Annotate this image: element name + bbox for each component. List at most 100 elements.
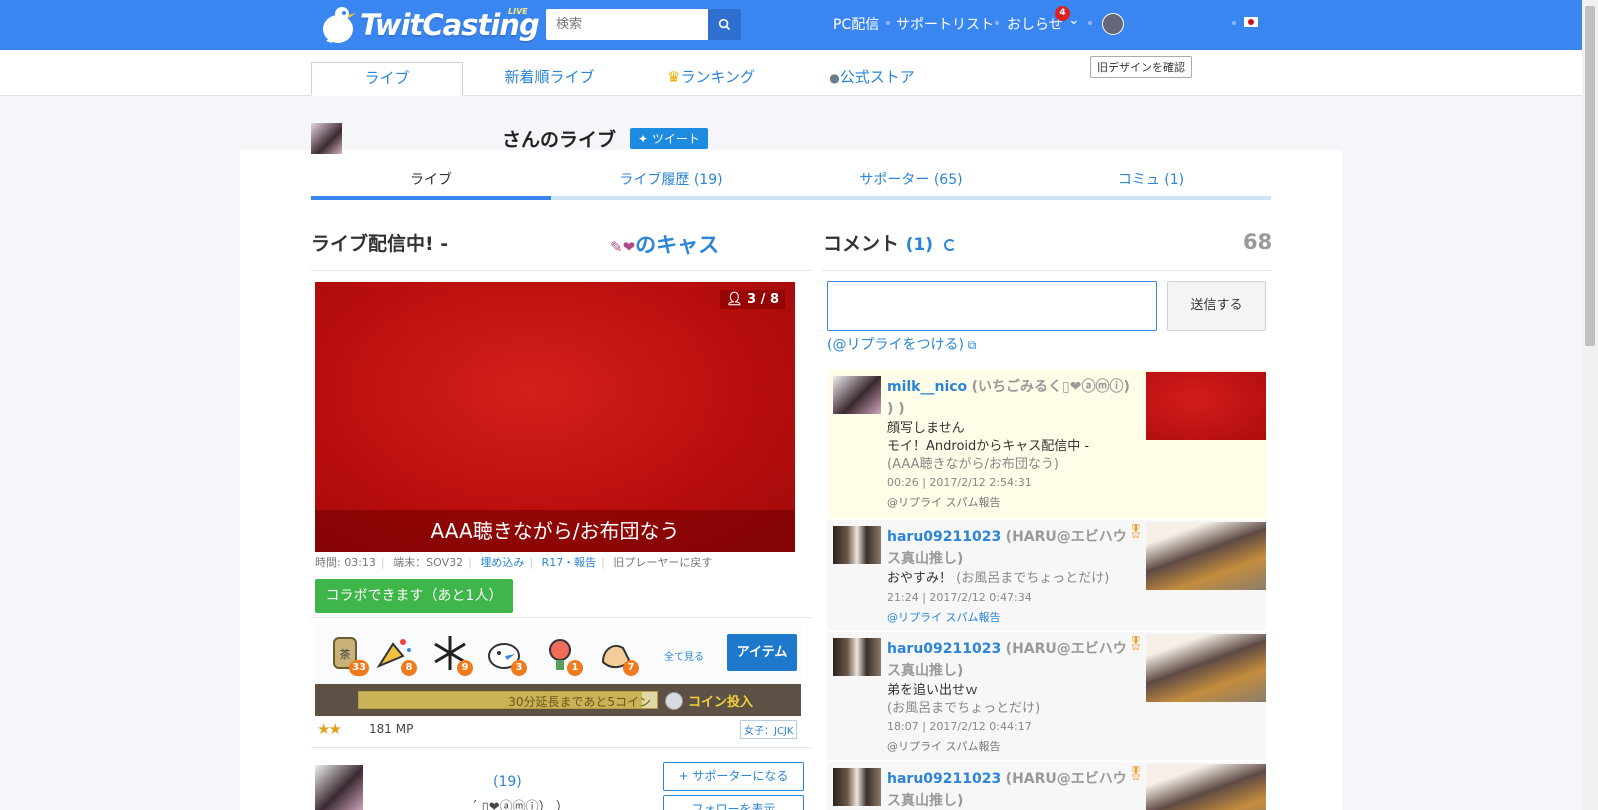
- tab-ranking-label: ランキング: [680, 68, 755, 86]
- comment-input[interactable]: [827, 281, 1157, 331]
- owner-row: さんのライブ ✦ ツイート: [311, 122, 708, 154]
- comment-text: おやすみ！: [887, 571, 953, 586]
- search-button[interactable]: [708, 9, 741, 40]
- player-meta: 時間: 03:13 | 端末：SOV32 | 埋め込み | R17・報告 | 旧プレーヤ…: [315, 556, 713, 569]
- level-stars: ★★: [317, 720, 342, 738]
- tweet-button[interactable]: ✦ ツイート: [630, 127, 708, 149]
- comment-user-id[interactable]: haru09211023: [887, 771, 1001, 787]
- comment-user-id[interactable]: milk__nico: [887, 379, 967, 395]
- comment-timestamp: 21:24 | 2017/2/12 0:47:34: [887, 591, 1032, 604]
- tab-store-label: 公式ストア: [839, 68, 915, 86]
- reply-link-text: (@リプライをつける): [827, 337, 964, 353]
- gift-item-row: 茶 33 8 9 3 1 7 全て見る アイテム: [315, 624, 801, 684]
- nav-separator: [1088, 21, 1092, 25]
- commenter-avatar[interactable]: [833, 768, 881, 806]
- divider: [822, 270, 1271, 271]
- comment-status: (お風呂までちょっとだけ): [956, 571, 1110, 586]
- old-design-button[interactable]: 旧デザインを確認: [1090, 56, 1192, 78]
- nav-support-list[interactable]: サポートリスト: [896, 14, 994, 34]
- sparkle-emoji-icon: ✎❤: [610, 238, 636, 256]
- comment-actions[interactable]: @リプライ スパム報告: [887, 609, 1001, 625]
- comment-author: haru09211023 (HARU@エビハウス真山推し): [887, 526, 1137, 570]
- twitcasting-logo[interactable]: TwitCasting LIVE: [318, 4, 540, 46]
- refresh-icon[interactable]: [943, 238, 956, 251]
- bird-gift-icon[interactable]: 3: [483, 632, 527, 676]
- owner-avatar[interactable]: [311, 122, 342, 154]
- subtab-history[interactable]: ライブ履歴 (19): [551, 169, 791, 189]
- comment-actions[interactable]: @リプライ スパム報告: [887, 738, 1001, 754]
- search-icon: [718, 18, 731, 31]
- report-link[interactable]: R17・報告: [542, 556, 597, 569]
- nav-separator: [1232, 21, 1236, 25]
- commenter-avatar[interactable]: [833, 638, 881, 676]
- comment-item: haru09211023 (HARU@エビハウス真山推し) 🎖︎: [827, 762, 1266, 810]
- old-player-link[interactable]: 旧プレーヤーに戻す: [613, 556, 712, 569]
- comment-timestamp: 18:07 | 2017/2/12 0:44:17: [887, 720, 1032, 733]
- collab-button[interactable]: コラボできます（あと1人）: [315, 579, 513, 613]
- subtab-community[interactable]: コミュ (1): [1031, 169, 1271, 189]
- comment-thumbnail[interactable]: [1146, 764, 1266, 810]
- comment-actions[interactable]: @リプライ スパム報告: [887, 494, 1001, 510]
- person-icon: 👤︎: [726, 292, 748, 307]
- video-player[interactable]: 👤︎ 3 / 8 AAA聴きながら/お布団なう: [315, 282, 795, 552]
- tab-live[interactable]: ライブ: [311, 62, 463, 96]
- clap-gift-icon[interactable]: 7: [595, 632, 639, 676]
- subtab-supporters[interactable]: サポーター (65): [791, 169, 1031, 189]
- supporter-symbols: ´ ▯❤ⓐⓜⓘ） ）: [471, 800, 569, 810]
- comment-author: milk__nico (いちごみるく▯❤ⓐⓜⓘ) ) ): [887, 376, 1137, 420]
- bird-logo-icon: [318, 5, 358, 45]
- comment-user-id[interactable]: haru09211023: [887, 529, 1001, 545]
- see-all-link[interactable]: 全て見る: [664, 648, 704, 663]
- device-info: 端末：SOV32: [393, 556, 464, 569]
- tab-ranking[interactable]: ♛ランキング: [656, 62, 766, 96]
- supporter-avatar[interactable]: [315, 765, 363, 810]
- tab-official-store[interactable]: ●公式ストア: [822, 62, 922, 96]
- comment-status: (お風呂までちょっとだけ): [887, 701, 1041, 716]
- show-follow-button[interactable]: フォローを表示: [663, 795, 804, 810]
- comment-author: haru09211023 (HARU@エビハウス真山推し): [887, 768, 1137, 810]
- comment-item: haru09211023 (HARU@エビハウス真山推し) 🎖︎ 弟を追い出せｗ…: [827, 632, 1266, 760]
- tea-gift-icon[interactable]: 茶 33: [325, 632, 369, 676]
- peach-gift-icon[interactable]: 1: [539, 632, 583, 676]
- snowflake-gift-icon[interactable]: 9: [429, 632, 473, 676]
- comment-text: 弟を追い出せｗ: [887, 683, 979, 698]
- medal-icon: 🎖︎: [1127, 766, 1145, 782]
- embed-link[interactable]: 埋め込み: [480, 556, 524, 569]
- send-button[interactable]: 送信する: [1167, 281, 1266, 331]
- comment-thumbnail[interactable]: [1146, 522, 1266, 590]
- page-title: さんのライブ: [502, 128, 617, 151]
- supporter-count: (19): [493, 774, 522, 790]
- subtab-live[interactable]: ライブ: [311, 169, 551, 189]
- gift-count: 9: [457, 660, 473, 676]
- logo-live-tag: LIVE: [508, 7, 528, 16]
- item-button[interactable]: アイテム: [727, 634, 797, 671]
- comment-thumbnail[interactable]: [1146, 634, 1266, 702]
- comment-body: おやすみ！ (お風呂までちょっとだけ): [887, 570, 1109, 588]
- nav-pc-broadcast[interactable]: PC配信: [833, 14, 879, 34]
- chevron-down-icon[interactable]: ⌄: [1068, 12, 1080, 28]
- commenter-avatar[interactable]: [833, 376, 881, 414]
- comment-body: 弟を追い出せｗ (お風呂までちょっとだけ): [887, 682, 1040, 718]
- become-supporter-button[interactable]: + サポーターになる: [663, 762, 804, 791]
- user-avatar[interactable]: [1102, 13, 1124, 35]
- scrollbar-thumb[interactable]: [1585, 6, 1595, 346]
- medal-icon: 🎖︎: [1127, 636, 1145, 652]
- nav-notifications[interactable]: おしらせ: [1007, 14, 1063, 34]
- svg-text:茶: 茶: [340, 648, 351, 661]
- crown-icon: ♛: [666, 68, 681, 86]
- comment-thumbnail[interactable]: [1146, 372, 1266, 440]
- tab-new-live[interactable]: 新着順ライブ: [487, 62, 612, 96]
- japan-flag-icon[interactable]: [1244, 17, 1258, 27]
- gift-count: 33: [349, 660, 369, 676]
- reply-link[interactable]: (@リプライをつける) ⧉: [827, 334, 976, 354]
- cracker-gift-icon[interactable]: 8: [373, 632, 417, 676]
- total-comment-count: 68: [1243, 230, 1273, 254]
- coin-icon: [665, 691, 683, 710]
- search-input[interactable]: [546, 9, 708, 40]
- comment-user-id[interactable]: haru09211023: [887, 641, 1001, 657]
- category-tag[interactable]: 女子：JCJK: [740, 720, 798, 739]
- viewer-count-text: 3 / 8: [747, 292, 779, 307]
- coin-insert-button[interactable]: コイン投入: [665, 691, 753, 710]
- commenter-avatar[interactable]: [833, 526, 881, 564]
- store-icon: ●: [829, 71, 840, 85]
